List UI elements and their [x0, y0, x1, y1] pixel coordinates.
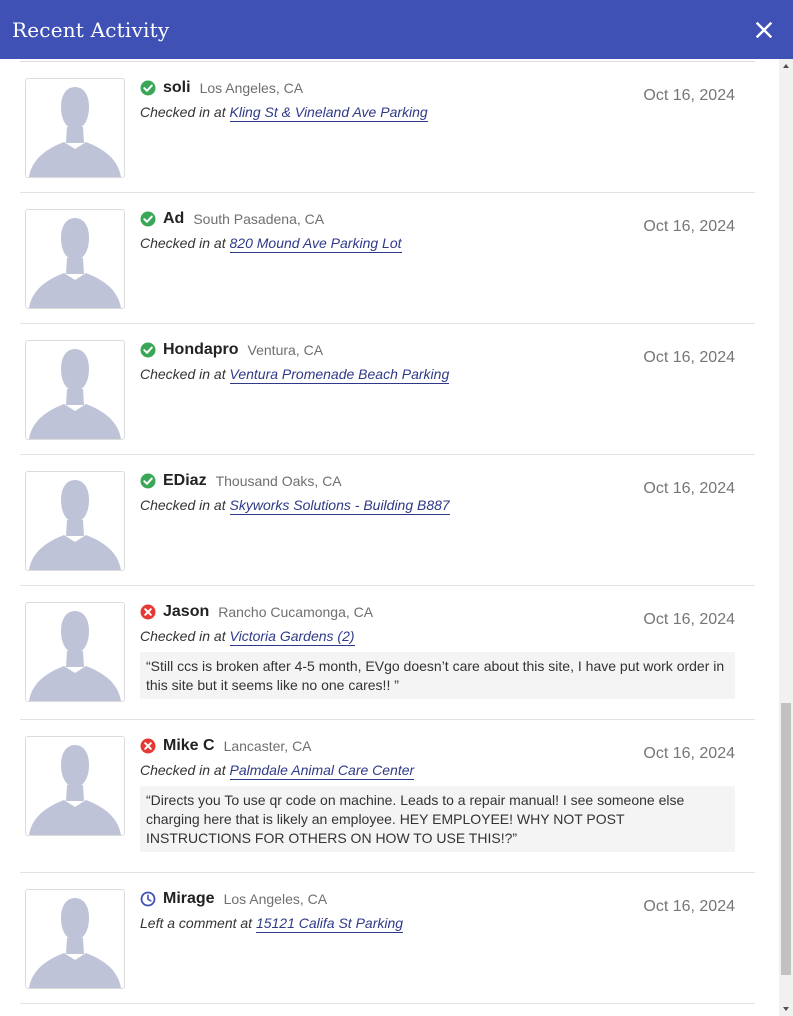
avatar[interactable]	[25, 736, 125, 836]
activity-action: Checked in at	[140, 104, 226, 120]
activity-date: Oct 16, 2024	[643, 611, 735, 628]
scrollbar[interactable]	[779, 59, 793, 1016]
activity-action: Checked in at	[140, 366, 226, 382]
activity-item: Hondapro Ventura, CA Oct 16, 2024 Checked i…	[20, 324, 755, 455]
user-location: Lancaster, CA	[223, 738, 312, 754]
user-location: Ventura, CA	[247, 342, 324, 358]
user-silhouette-icon	[29, 480, 121, 570]
x-circle-icon	[140, 604, 156, 620]
avatar[interactable]	[25, 78, 125, 178]
location-link[interactable]: 15121 Califa St Parking	[255, 915, 404, 933]
user-location: Thousand Oaks, CA	[215, 473, 342, 489]
dialog-header: Recent Activity	[0, 0, 793, 59]
activity-description: Checked in at Ventura Promenade Beach Pa…	[140, 366, 735, 384]
scroll-down-arrow[interactable]	[779, 1002, 793, 1016]
triangle-down-icon	[783, 1007, 789, 1011]
activity-item: soli Los Angeles, CA Oct 16, 2024 Checked i…	[20, 62, 755, 193]
avatar[interactable]	[25, 602, 125, 702]
triangle-up-icon	[783, 64, 789, 68]
check-circle-icon	[140, 211, 156, 227]
activity-action: Checked in at	[140, 762, 226, 778]
username[interactable]: soli	[163, 79, 191, 97]
username[interactable]: Mirage	[163, 890, 215, 908]
check-circle-icon	[140, 342, 156, 358]
user-location: Los Angeles, CA	[199, 80, 304, 96]
activity-date: Oct 16, 2024	[643, 349, 735, 366]
activity-description: Checked in at Victoria Gardens (2)	[140, 628, 735, 646]
activity-description: Left a comment at 15121 Califa St Parkin…	[140, 915, 735, 933]
user-silhouette-icon	[29, 745, 121, 835]
activity-item: EDiaz Thousand Oaks, CA Oct 16, 2024 Checke…	[20, 455, 755, 586]
user-location: South Pasadena, CA	[193, 211, 325, 227]
avatar[interactable]	[25, 209, 125, 309]
user-location: Rancho Cucamonga, CA	[218, 604, 374, 620]
check-circle-icon	[140, 80, 156, 96]
close-icon	[756, 21, 772, 38]
username[interactable]: Mike C	[163, 737, 215, 755]
activity-action: Checked in at	[140, 628, 226, 644]
check-circle-icon	[140, 473, 156, 489]
close-button[interactable]	[753, 19, 775, 41]
activity-description: Checked in at Skyworks Solutions - Build…	[140, 497, 735, 515]
scrollbar-thumb[interactable]	[781, 703, 791, 975]
user-silhouette-icon	[29, 611, 121, 701]
avatar[interactable]	[25, 340, 125, 440]
activity-description: Checked in at 820 Mound Ave Parking Lot	[140, 235, 735, 253]
location-link[interactable]: 820 Mound Ave Parking Lot	[229, 235, 402, 253]
username[interactable]: EDiaz	[163, 472, 207, 490]
activity-action: Left a comment at	[140, 915, 253, 931]
activity-list-container: soli Los Angeles, CA Oct 16, 2024 Checked i…	[0, 59, 779, 1016]
activity-item: Jason Rancho Cucamonga, CA Oct 16, 2024 Che…	[20, 586, 755, 720]
user-comment: “Still ccs is broken after 4-5 month, EV…	[140, 652, 735, 699]
activity-date: Oct 16, 2024	[643, 745, 735, 762]
username[interactable]: Hondapro	[163, 341, 239, 359]
username[interactable]: Ad	[163, 210, 184, 228]
location-link[interactable]: Kling St & Vineland Ave Parking	[229, 104, 428, 122]
activity-date: Oct 16, 2024	[643, 218, 735, 235]
avatar[interactable]	[25, 889, 125, 989]
activity-description: Checked in at Kling St & Vineland Ave Pa…	[140, 104, 735, 122]
location-link[interactable]: Ventura Promenade Beach Parking	[229, 366, 450, 384]
user-comment: “Directs you To use qr code on machine. …	[140, 786, 735, 852]
activity-date: Oct 16, 2024	[643, 87, 735, 104]
username[interactable]: Jason	[163, 603, 209, 621]
location-link[interactable]: Skyworks Solutions - Building B887	[229, 497, 450, 515]
activity-date: Oct 16, 2024	[643, 480, 735, 497]
avatar[interactable]	[25, 471, 125, 571]
location-link[interactable]: Victoria Gardens (2)	[229, 628, 355, 646]
user-silhouette-icon	[29, 87, 121, 177]
dialog-title: Recent Activity	[12, 17, 170, 42]
activity-item: Mike C Lancaster, CA Oct 16, 2024 Checked i…	[20, 720, 755, 873]
activity-list: soli Los Angeles, CA Oct 16, 2024 Checked i…	[20, 62, 755, 1004]
activity-item: Mirage Los Angeles, CA Oct 16, 2024 Left a …	[20, 873, 755, 1004]
scroll-up-arrow[interactable]	[779, 59, 793, 73]
user-silhouette-icon	[29, 349, 121, 439]
user-silhouette-icon	[29, 218, 121, 308]
activity-action: Checked in at	[140, 497, 226, 513]
activity-item: Ad South Pasadena, CA Oct 16, 2024 Checked …	[20, 193, 755, 324]
x-circle-icon	[140, 738, 156, 754]
activity-date: Oct 16, 2024	[643, 898, 735, 915]
activity-action: Checked in at	[140, 235, 226, 251]
user-silhouette-icon	[29, 898, 121, 988]
user-location: Los Angeles, CA	[223, 891, 328, 907]
location-link[interactable]: Palmdale Animal Care Center	[229, 762, 415, 780]
clock-icon	[140, 891, 156, 907]
activity-description: Checked in at Palmdale Animal Care Cente…	[140, 762, 735, 780]
